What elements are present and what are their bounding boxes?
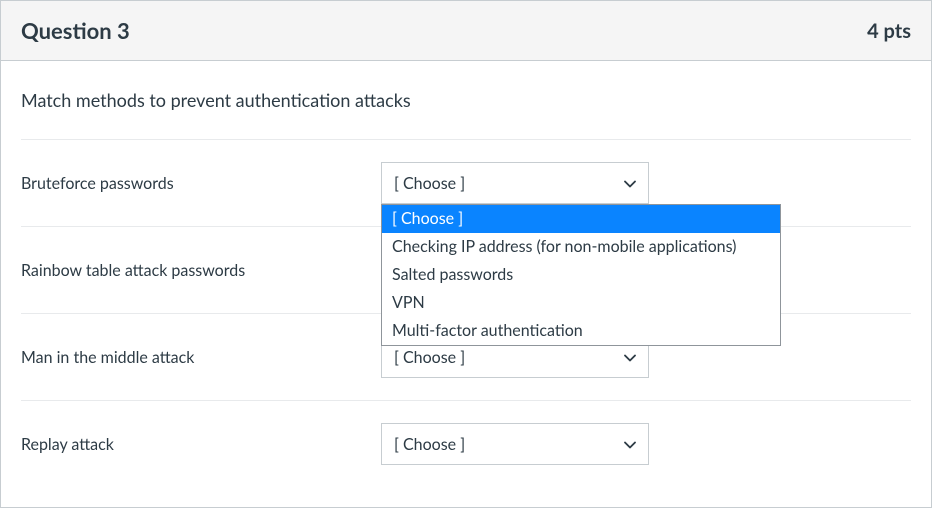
dropdown-option-placeholder[interactable]: [ Choose ] bbox=[382, 205, 780, 233]
chevron-down-icon bbox=[624, 350, 636, 365]
select-wrap: [ Choose ] bbox=[381, 423, 649, 465]
question-header: Question 3 4 pts bbox=[1, 0, 931, 61]
match-label-replay: Replay attack bbox=[21, 435, 381, 454]
match-row: Bruteforce passwords [ Choose ] [ Choose… bbox=[21, 139, 911, 226]
select-replay[interactable]: [ Choose ] bbox=[381, 423, 649, 465]
question-points: 4 pts bbox=[867, 19, 911, 43]
dropdown-option-salted[interactable]: Salted passwords bbox=[382, 261, 780, 289]
dropdown-option-vpn[interactable]: VPN bbox=[382, 289, 780, 317]
chevron-down-icon bbox=[624, 437, 636, 452]
match-row: Replay attack [ Choose ] bbox=[21, 400, 911, 487]
question-body: Match methods to prevent authentication … bbox=[1, 61, 931, 507]
select-value: [ Choose ] bbox=[394, 174, 465, 193]
dropdown-option-ip-check[interactable]: Checking IP address (for non-mobile appl… bbox=[382, 233, 780, 261]
dropdown-option-mfa[interactable]: Multi-factor authentication bbox=[382, 317, 780, 345]
select-wrap: [ Choose ] [ Choose ] Checking IP addres… bbox=[381, 162, 649, 204]
match-label-mitm: Man in the middle attack bbox=[21, 348, 381, 367]
question-container: Question 3 4 pts Match methods to preven… bbox=[0, 0, 932, 508]
question-prompt: Match methods to prevent authentication … bbox=[21, 89, 911, 111]
match-label-bruteforce: Bruteforce passwords bbox=[21, 174, 381, 193]
match-label-rainbow: Rainbow table attack passwords bbox=[21, 261, 381, 280]
dropdown-list: [ Choose ] Checking IP address (for non-… bbox=[381, 204, 781, 346]
chevron-down-icon bbox=[624, 176, 636, 191]
select-value: [ Choose ] bbox=[394, 348, 465, 367]
select-bruteforce[interactable]: [ Choose ] bbox=[381, 162, 649, 204]
question-title: Question 3 bbox=[21, 17, 130, 44]
select-value: [ Choose ] bbox=[394, 435, 465, 454]
